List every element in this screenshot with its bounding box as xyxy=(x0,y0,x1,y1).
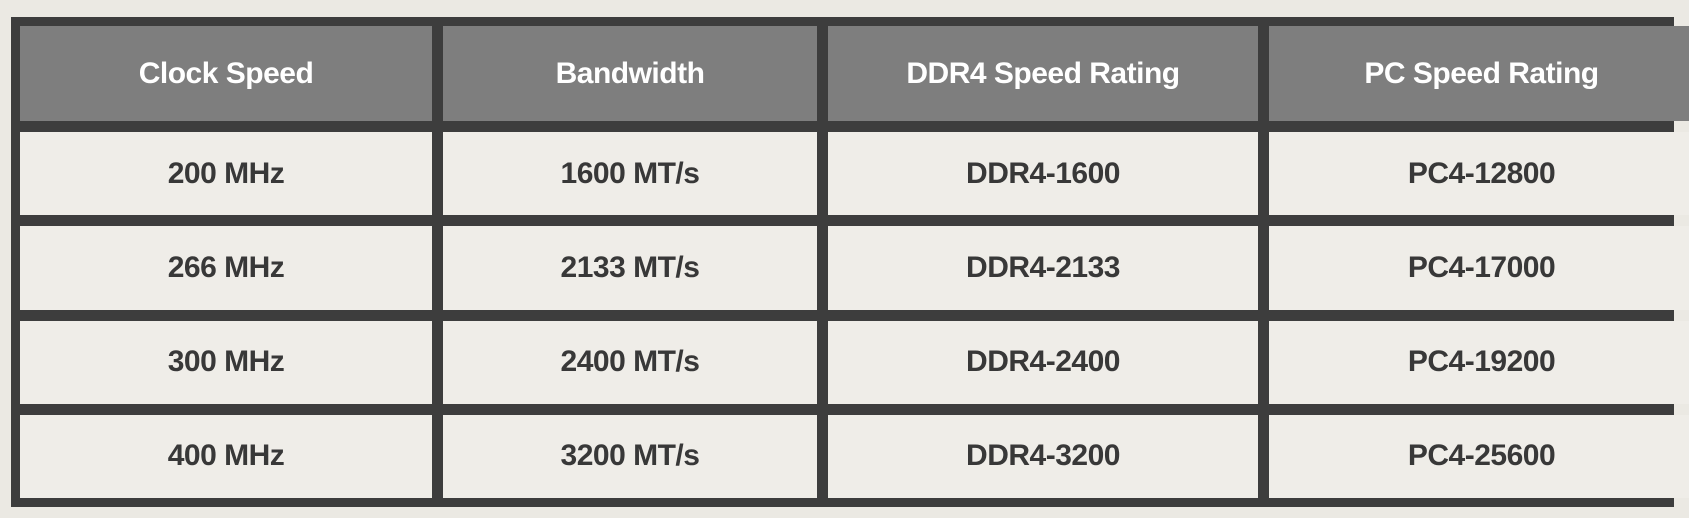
ddr4-speed-table-frame: Clock Speed Bandwidth DDR4 Speed Rating … xyxy=(11,17,1689,507)
header-clock-speed: Clock Speed xyxy=(20,26,432,121)
cell-bandwidth: 1600 MT/s xyxy=(443,132,817,216)
table-row: 400 MHz 3200 MT/s DDR4-3200 PC4-25600 xyxy=(20,414,1689,498)
cell-ddr4-speed-rating: DDR4-2133 xyxy=(828,226,1258,310)
cell-pc-speed-rating: PC4-17000 xyxy=(1269,226,1689,310)
cell-clock-speed: 200 MHz xyxy=(20,132,432,216)
cell-bandwidth: 2400 MT/s xyxy=(443,320,817,404)
cell-bandwidth: 3200 MT/s xyxy=(443,414,817,498)
cell-pc-speed-rating: PC4-19200 xyxy=(1269,320,1689,404)
table-header-row: Clock Speed Bandwidth DDR4 Speed Rating … xyxy=(20,26,1689,121)
cell-pc-speed-rating: PC4-25600 xyxy=(1269,414,1689,498)
cell-pc-speed-rating: PC4-12800 xyxy=(1269,132,1689,216)
header-bandwidth: Bandwidth xyxy=(443,26,817,121)
cell-ddr4-speed-rating: DDR4-2400 xyxy=(828,320,1258,404)
cell-clock-speed: 400 MHz xyxy=(20,414,432,498)
cell-ddr4-speed-rating: DDR4-1600 xyxy=(828,132,1258,216)
header-pc-speed-rating: PC Speed Rating xyxy=(1269,26,1689,121)
cell-clock-speed: 300 MHz xyxy=(20,320,432,404)
ddr4-speed-table: Clock Speed Bandwidth DDR4 Speed Rating … xyxy=(9,15,1689,509)
table-row: 200 MHz 1600 MT/s DDR4-1600 PC4-12800 xyxy=(20,132,1689,216)
cell-clock-speed: 266 MHz xyxy=(20,226,432,310)
table-row: 266 MHz 2133 MT/s DDR4-2133 PC4-17000 xyxy=(20,226,1689,310)
table-row: 300 MHz 2400 MT/s DDR4-2400 PC4-19200 xyxy=(20,320,1689,404)
cell-ddr4-speed-rating: DDR4-3200 xyxy=(828,414,1258,498)
cell-bandwidth: 2133 MT/s xyxy=(443,226,817,310)
header-ddr4-speed-rating: DDR4 Speed Rating xyxy=(828,26,1258,121)
